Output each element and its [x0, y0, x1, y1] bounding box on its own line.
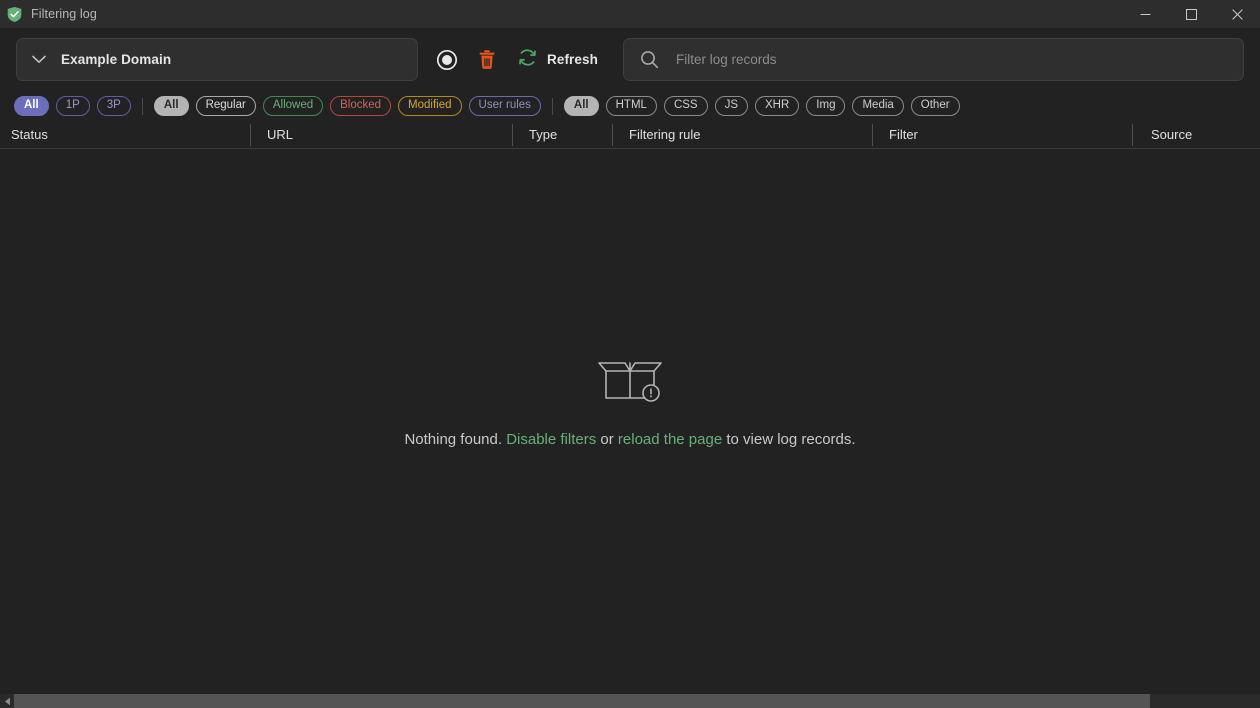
empty-box-icon	[597, 357, 663, 410]
column-header-url[interactable]: URL	[250, 121, 512, 149]
toolbar-actions: Refresh	[427, 40, 606, 80]
chip-status-regular[interactable]: Regular	[195, 96, 256, 116]
chip-type-other[interactable]: Other	[910, 96, 960, 116]
log-table-header: Status URL Type Filtering rule Filter So…	[0, 121, 1260, 149]
arrow-left-icon	[4, 697, 10, 705]
chip-type-html[interactable]: HTML	[605, 96, 657, 116]
column-header-status[interactable]: Status	[0, 121, 250, 149]
domain-selector[interactable]: Example Domain	[16, 38, 418, 81]
scrollbar-thumb[interactable]	[14, 694, 1150, 708]
chip-group-divider-1	[141, 97, 143, 115]
window-controls	[1122, 0, 1260, 28]
party-filter-group: All 1P 3P	[14, 96, 131, 116]
empty-text-after: to view log records.	[722, 431, 856, 448]
refresh-button-label: Refresh	[547, 52, 598, 67]
empty-state-message: Nothing found. Disable filters or reload…	[404, 429, 855, 450]
scroll-left-button[interactable]	[0, 694, 14, 708]
search-container[interactable]	[622, 38, 1244, 81]
chip-party-1p[interactable]: 1P	[55, 96, 90, 116]
chip-party-3p[interactable]: 3P	[96, 96, 131, 116]
domain-selector-value: Example Domain	[61, 52, 172, 67]
chip-group-divider-2	[551, 97, 553, 115]
filtering-log-window: Filtering log Example Domain Refresh Fil…	[0, 0, 1260, 708]
chip-type-css[interactable]: CSS	[663, 96, 708, 116]
window-title: Filtering log	[31, 7, 97, 21]
chevron-down-icon	[17, 55, 61, 64]
empty-state: Nothing found. Disable filters or reload…	[0, 357, 1260, 450]
column-header-type[interactable]: Type	[512, 121, 612, 149]
maximize-button[interactable]	[1168, 0, 1214, 28]
scrollbar-track[interactable]	[14, 694, 1260, 708]
record-button[interactable]	[427, 40, 467, 80]
empty-text-middle: or	[596, 431, 618, 448]
refresh-button[interactable]: Refresh	[509, 40, 606, 80]
minimize-icon	[1140, 13, 1150, 15]
chip-status-blocked[interactable]: Blocked	[330, 96, 392, 116]
chip-party-all[interactable]: All	[14, 96, 49, 116]
toolbar: Example Domain Refresh Filter log record…	[0, 28, 1260, 91]
clear-log-button[interactable]	[467, 40, 507, 80]
chip-type-xhr[interactable]: XHR	[755, 96, 800, 116]
close-icon	[1231, 8, 1243, 20]
column-header-filter[interactable]: Filter	[872, 121, 1132, 149]
disable-filters-link[interactable]: Disable filters	[506, 431, 596, 448]
window-titlebar: Filtering log	[0, 0, 1260, 28]
log-table-body: Nothing found. Disable filters or reload…	[0, 149, 1260, 694]
search-input[interactable]	[675, 52, 1243, 67]
chip-status-all[interactable]: All	[153, 96, 189, 116]
search-icon	[624, 50, 676, 69]
empty-text-before: Nothing found.	[404, 431, 507, 448]
chip-type-media[interactable]: Media	[852, 96, 904, 116]
trash-icon	[479, 50, 495, 69]
minimize-button[interactable]	[1122, 0, 1168, 28]
chip-status-allowed[interactable]: Allowed	[262, 96, 324, 116]
shield-check-icon	[6, 6, 23, 23]
reload-page-link[interactable]: reload the page	[618, 431, 722, 448]
refresh-icon	[517, 47, 538, 73]
filter-chip-row: All 1P 3P All Regular Allowed Blocked Mo…	[0, 91, 1260, 121]
titlebar-left-group: Filtering log	[0, 6, 97, 23]
record-icon	[436, 49, 458, 70]
horizontal-scrollbar[interactable]	[0, 694, 1260, 708]
column-header-source[interactable]: Source	[1132, 121, 1260, 149]
chip-type-js[interactable]: JS	[714, 96, 749, 116]
chip-type-all[interactable]: All	[563, 96, 599, 116]
chip-status-user-rules[interactable]: User rules	[468, 96, 541, 116]
chip-status-modified[interactable]: Modified	[398, 96, 462, 116]
chip-type-img[interactable]: Img	[806, 96, 846, 116]
column-header-filtering-rule[interactable]: Filtering rule	[612, 121, 872, 149]
status-filter-group: All Regular Allowed Blocked Modified Use…	[153, 96, 541, 116]
type-filter-group: All HTML CSS JS XHR Img Media Other	[563, 96, 960, 116]
maximize-icon	[1185, 8, 1197, 20]
close-button[interactable]	[1214, 0, 1260, 28]
